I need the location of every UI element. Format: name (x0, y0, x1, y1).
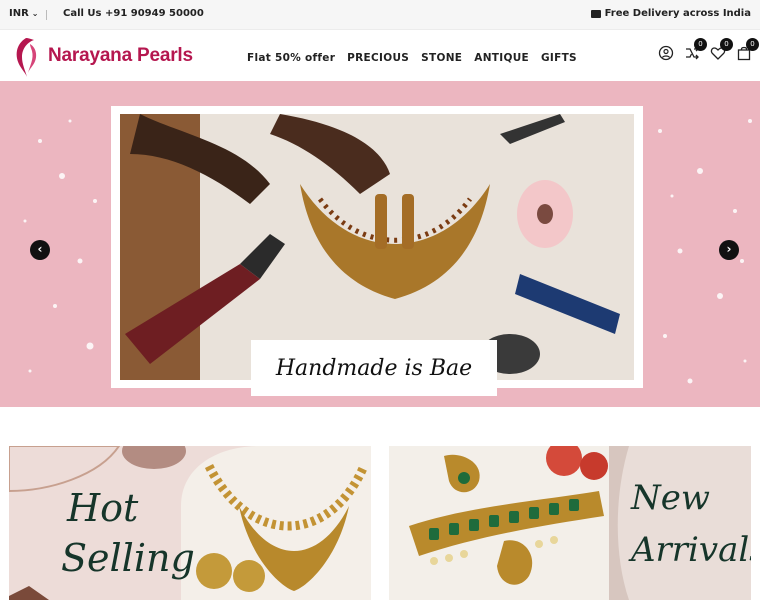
truck-icon (590, 9, 601, 18)
phone-number[interactable]: Call Us +91 90949 50000 (63, 8, 204, 19)
wishlist-count-badge: 0 (720, 38, 733, 51)
divider (46, 10, 47, 20)
nav-item-offer[interactable]: Flat 50% offer (247, 52, 335, 64)
nav-item-antique[interactable]: ANTIQUE (474, 52, 529, 64)
hero-caption: Handmade is Bae (275, 355, 473, 381)
hero-slider: Handmade is Bae ‹ › (0, 81, 760, 407)
currency-label: INR (9, 8, 29, 19)
hot-selling-title-line2: Selling (61, 536, 195, 580)
cart-button[interactable]: 0 (736, 38, 759, 61)
delivery-text: Free Delivery across India (604, 8, 751, 19)
compare-button[interactable]: 0 (684, 38, 707, 61)
header-icons: 0 0 0 (658, 38, 759, 61)
site-header: Narayana Pearls Flat 50% offer PRECIOUS … (0, 31, 760, 81)
slider-prev-button[interactable]: ‹ (30, 240, 50, 260)
nav-item-gifts[interactable]: GIFTS (541, 52, 577, 64)
top-bar: INR ⌄ Call Us +91 90949 50000 Free Deliv… (0, 0, 760, 30)
nav-item-stone[interactable]: STONE (421, 52, 462, 64)
currency-selector[interactable]: INR ⌄ (9, 8, 39, 19)
new-arrivals-title-line1: New (631, 478, 710, 518)
new-arrivals-card[interactable]: New Arrivals (389, 446, 751, 600)
hero-caption-box: Handmade is Bae (251, 340, 497, 396)
new-arrivals-image (389, 446, 629, 600)
user-icon (658, 45, 674, 61)
logo[interactable]: Narayana Pearls (10, 34, 193, 78)
chevron-down-icon: ⌄ (31, 9, 39, 18)
brand-name: Narayana Pearls (48, 45, 193, 66)
wishlist-button[interactable]: 0 (710, 38, 733, 61)
new-arrivals-title-line2: Arrivals (631, 530, 751, 570)
delivery-notice: Free Delivery across India (590, 8, 751, 19)
account-button[interactable] (658, 45, 674, 61)
slider-next-button[interactable]: › (719, 240, 739, 260)
logo-pearl-icon (16, 38, 37, 77)
compare-count-badge: 0 (694, 38, 707, 51)
nav-item-precious[interactable]: PRECIOUS (347, 52, 409, 64)
main-nav: Flat 50% offer PRECIOUS STONE ANTIQUE GI… (247, 52, 577, 64)
cart-count-badge: 0 (746, 38, 759, 51)
hot-selling-title-line1: Hot (67, 486, 139, 530)
hot-selling-card[interactable]: Hot Selling (9, 446, 371, 600)
